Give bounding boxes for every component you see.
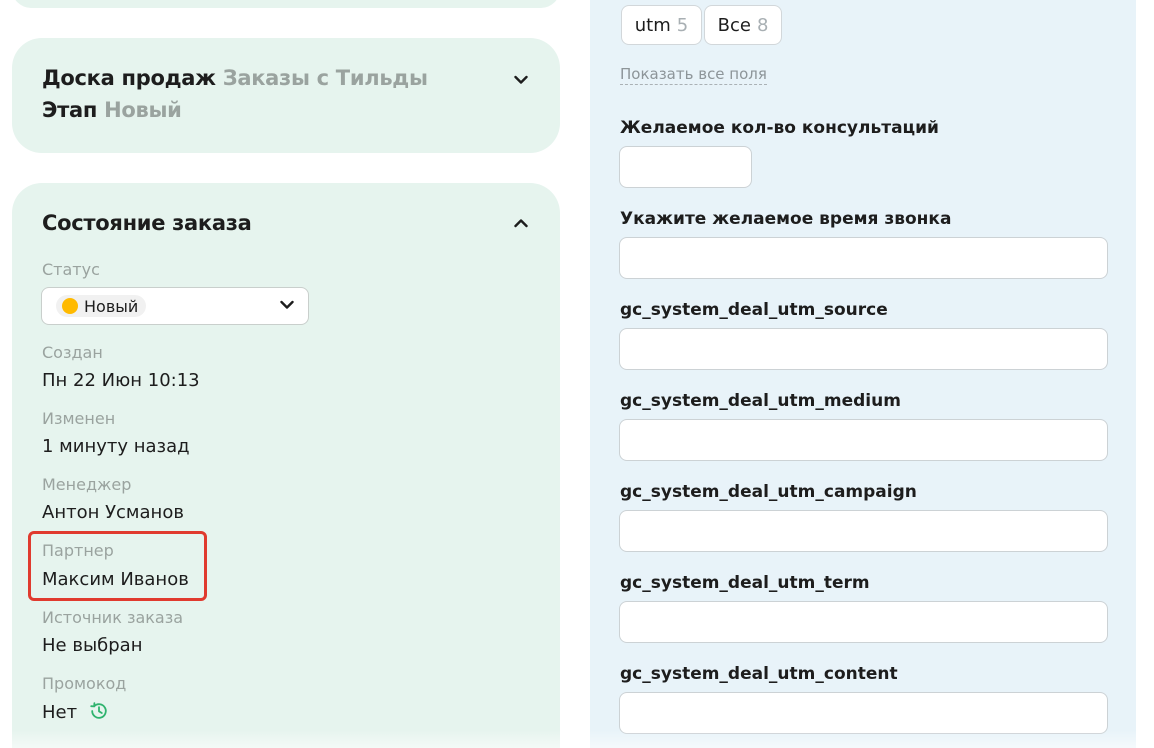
history-icon[interactable]: [89, 701, 109, 721]
tab-all[interactable]: Все 8: [704, 5, 782, 45]
pipeline-board-row: Доска продаж Заказы с Тильды: [42, 66, 428, 90]
utm-campaign-input[interactable]: [619, 510, 1108, 552]
status-value: Новый: [84, 296, 139, 316]
pipeline-card[interactable]: Доска продаж Заказы с Тильды Этап Новый: [12, 38, 560, 153]
utm-content-input[interactable]: [619, 692, 1108, 734]
status-select[interactable]: Новый: [41, 287, 309, 325]
source-label: Источник заказа: [42, 608, 184, 627]
partner-label: Партнер: [42, 541, 114, 560]
pipeline-stage-row: Этап Новый: [42, 98, 182, 122]
field-label-call-time: Укажите желаемое время звонка: [620, 209, 952, 229]
manager-value: Антон Усманов: [42, 502, 184, 523]
source-value: Не выбран: [42, 635, 143, 656]
chevron-down-icon: [280, 300, 294, 312]
utm-medium-input[interactable]: [619, 419, 1108, 461]
field-label-utm-content: gc_system_deal_utm_content: [620, 664, 898, 684]
deal-page: Доска продаж Заказы с Тильды Этап Новый …: [0, 0, 1154, 748]
utm-source-input[interactable]: [619, 328, 1108, 370]
field-label-consultations: Желаемое кол-во консультаций: [620, 118, 939, 138]
previous-card: [12, 0, 560, 8]
order-state-card: Состояние заказа Статус Новый Создан Пн …: [12, 183, 560, 748]
field-label-utm-source: gc_system_deal_utm_source: [620, 300, 888, 320]
partner-value: Максим Иванов: [42, 569, 189, 590]
field-label-utm-campaign: gc_system_deal_utm_campaign: [620, 482, 917, 502]
tab-utm-count: 5: [676, 14, 689, 36]
pipeline-stage-label: Этап: [42, 98, 98, 122]
status-badge: Новый: [56, 295, 147, 317]
custom-fields-panel: utm 5 Все 8 Показать все поля Желаемое к…: [590, 0, 1136, 748]
consultations-count-input[interactable]: [619, 146, 752, 188]
modified-label: Изменен: [42, 409, 116, 428]
order-state-title: Состояние заказа: [42, 211, 252, 235]
created-label: Создан: [42, 343, 103, 362]
status-label: Статус: [42, 260, 100, 279]
tab-all-label: Все: [717, 14, 751, 36]
field-label-utm-medium: gc_system_deal_utm_medium: [620, 391, 901, 411]
utm-term-input[interactable]: [619, 601, 1108, 643]
created-value: Пн 22 Июн 10:13: [42, 370, 200, 391]
manager-label: Менеджер: [42, 475, 132, 494]
field-label-utm-term: gc_system_deal_utm_term: [620, 573, 870, 593]
call-time-input[interactable]: [619, 237, 1108, 279]
chevron-down-icon[interactable]: [514, 75, 528, 87]
tab-all-count: 8: [756, 14, 769, 36]
show-all-fields-link[interactable]: Показать все поля: [620, 65, 767, 85]
promo-value: Нет: [42, 702, 78, 723]
chevron-up-icon[interactable]: [514, 218, 528, 230]
tab-utm-label: utm: [634, 14, 671, 36]
pipeline-board-label: Доска продаж: [42, 66, 216, 90]
promo-label: Промокод: [42, 674, 127, 693]
modified-value: 1 минуту назад: [42, 436, 190, 457]
pipeline-board-value: Заказы с Тильды: [222, 66, 428, 90]
promo-row: Нет: [42, 701, 109, 723]
pipeline-stage-value: Новый: [104, 98, 182, 122]
status-dot-icon: [62, 298, 78, 314]
tab-utm[interactable]: utm 5: [621, 5, 702, 45]
